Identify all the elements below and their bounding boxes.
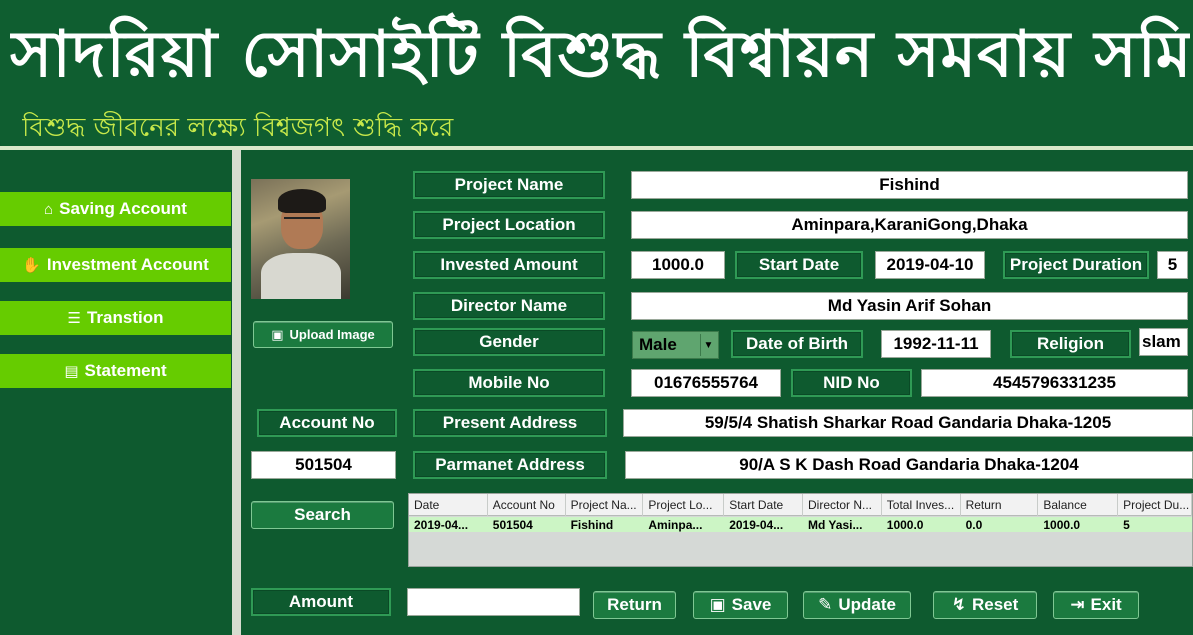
column-header[interactable]: Project Lo... [643, 494, 725, 516]
table-cell: Aminpa... [648, 517, 703, 532]
parmanet-address-field[interactable]: 90/A S K Dash Road Gandaria Dhaka-1204 [625, 451, 1193, 479]
table-cell: Md Yasi... [807, 517, 863, 532]
app-header: সাদরিয়া সোসাইটি বিশুদ্ধ বিশ্বায়ন সমবায… [0, 0, 1193, 150]
table-row[interactable]: 2019-04... 501504 Fishind Aminpa... 2019… [409, 517, 1192, 532]
pencil-icon: ✎ [818, 595, 833, 614]
gender-label: Gender [413, 328, 605, 356]
start-date-label: Start Date [735, 251, 863, 279]
column-header[interactable]: Date [409, 494, 488, 516]
exit-icon: ⇥ [1070, 595, 1085, 614]
mobile-no-label: Mobile No [413, 369, 605, 397]
sidebar-item-transtion[interactable]: ☰ Transtion [0, 301, 231, 335]
column-header[interactable]: Project Na... [566, 494, 644, 516]
mobile-no-field[interactable]: 01676555764 [631, 369, 781, 397]
upload-image-button[interactable]: ▣ Upload Image [253, 321, 393, 348]
director-name-field[interactable]: Md Yasin Arif Sohan [631, 292, 1188, 320]
date-of-birth-label: Date of Birth [731, 330, 863, 358]
present-address-field[interactable]: 59/5/4 Shatish Sharkar Road Gandaria Dha… [623, 409, 1193, 437]
gender-select[interactable]: Male ▼ [632, 331, 719, 359]
invested-amount-label: Invested Amount [413, 251, 605, 279]
religion-field[interactable]: slam [1139, 328, 1188, 356]
project-name-label: Project Name [413, 171, 605, 199]
table-cell: 0.0 [965, 517, 983, 532]
column-header[interactable]: Start Date [724, 494, 803, 516]
director-name-label: Director Name [413, 292, 605, 320]
amount-label: Amount [251, 588, 391, 616]
table-cell: 501504 [492, 517, 533, 532]
sidebar-item-label: Transtion [86, 308, 164, 327]
project-name-field[interactable]: Fishind [631, 171, 1188, 199]
records-table[interactable]: Date Account No Project Na... Project Lo… [408, 493, 1193, 567]
chevron-down-icon[interactable]: ▼ [700, 334, 716, 356]
project-duration-label: Project Duration [1003, 251, 1149, 279]
date-of-birth-field[interactable]: 1992-11-11 [881, 330, 991, 358]
update-button[interactable]: ✎ Update [803, 591, 911, 619]
religion-label: Religion [1010, 330, 1131, 358]
amount-input[interactable] [407, 588, 580, 616]
column-header[interactable]: Total Inves... [882, 494, 961, 516]
table-cell: 2019-04... [729, 517, 784, 532]
exit-button[interactable]: ⇥ Exit [1053, 591, 1139, 619]
nid-no-field[interactable]: 4545796331235 [921, 369, 1188, 397]
column-header[interactable]: Balance [1038, 494, 1119, 516]
project-location-field[interactable]: Aminpara,KaraniGong,Dhaka [631, 211, 1188, 239]
bank-icon: ⌂ [44, 200, 54, 218]
table-cell: 1000.0 [886, 517, 924, 532]
image-icon: ▣ [271, 326, 284, 342]
app-subtitle: বিশুদ্ধ জীবনের লক্ষ্যে বিশ্বজগৎ শুদ্ধি ক… [22, 113, 454, 143]
app-title: সাদরিয়া সোসাইটি বিশুদ্ধ বিশ্বায়ন সমবায… [10, 18, 1190, 92]
sidebar-item-label: Statement [84, 361, 167, 380]
account-no-field[interactable]: 501504 [251, 451, 396, 479]
table-cell: 5 [1123, 517, 1130, 532]
account-no-label: Account No [257, 409, 397, 437]
project-duration-field[interactable]: 5 [1157, 251, 1188, 279]
save-button[interactable]: ▣ Save [693, 591, 788, 619]
invested-amount-field[interactable]: 1000.0 [631, 251, 725, 279]
hand-coin-icon: ✋ [22, 257, 41, 274]
column-header[interactable]: Return [961, 494, 1039, 516]
column-header[interactable]: Director N... [803, 494, 882, 516]
profile-photo [251, 179, 350, 299]
search-button[interactable]: Search [251, 501, 394, 529]
sidebar-item-label: Investment Account [46, 255, 209, 274]
receipt-icon: ☰ [67, 310, 81, 327]
table-cell: Fishind [570, 517, 614, 532]
table-cell: 2019-04... [414, 517, 469, 532]
present-address-label: Present Address [413, 409, 607, 437]
table-header: Date Account No Project Na... Project Lo… [409, 494, 1192, 516]
reset-button[interactable]: ↯ Reset [933, 591, 1037, 619]
column-header[interactable]: Project Du... [1118, 494, 1192, 516]
column-header[interactable]: Account No [488, 494, 566, 516]
start-date-field[interactable]: 2019-04-10 [875, 251, 985, 279]
sidebar-divider [232, 150, 241, 635]
sidebar-item-statement[interactable]: ▤ Statement [0, 354, 231, 388]
sidebar-item-investment-account[interactable]: ✋ Investment Account [0, 248, 231, 282]
reset-icon: ↯ [951, 595, 966, 614]
sidebar-item-saving-account[interactable]: ⌂ Saving Account [0, 192, 231, 226]
floppy-disk-icon: ▣ [709, 595, 726, 614]
nid-no-label: NID No [791, 369, 912, 397]
sidebar-item-label: Saving Account [59, 199, 187, 218]
table-cell: 1000.0 [1043, 517, 1081, 532]
document-icon: ▤ [64, 363, 79, 380]
return-button[interactable]: Return [593, 591, 676, 619]
project-location-label: Project Location [413, 211, 605, 239]
parmanet-address-label: Parmanet Address [413, 451, 607, 479]
